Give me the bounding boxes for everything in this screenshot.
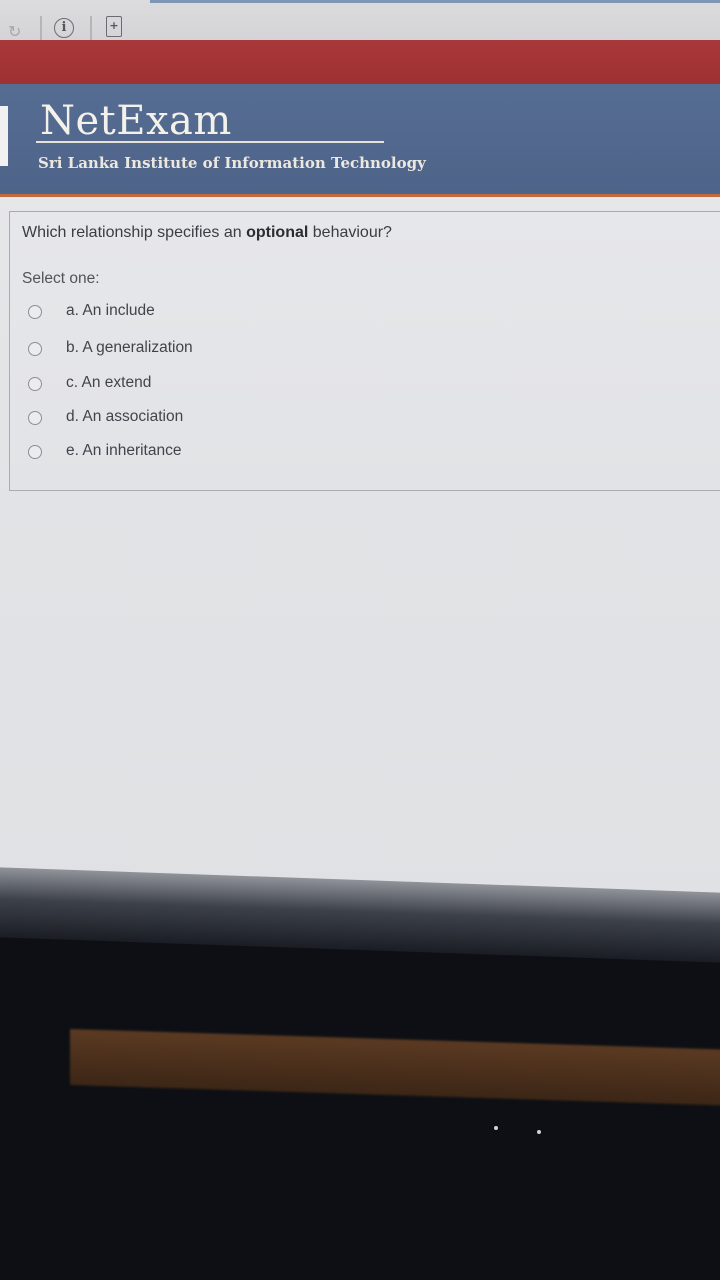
top-banner xyxy=(0,40,720,84)
option-label[interactable]: b. A generalization xyxy=(66,339,193,357)
question-emphasis: optional xyxy=(246,224,309,241)
answer-option-c[interactable]: c. An extend xyxy=(28,372,428,398)
question-text: Which relationship specifies an optional… xyxy=(22,224,392,242)
info-icon[interactable]: i xyxy=(54,18,74,38)
monitor-screen: ↻ i + NetExam Sri Lanka Institute of Inf… xyxy=(0,0,720,920)
option-label[interactable]: d. An association xyxy=(66,408,183,426)
site-header: NetExam Sri Lanka Institute of Informati… xyxy=(0,84,720,197)
toolbar-divider xyxy=(90,16,92,40)
netexam-logo: NetExam xyxy=(40,98,232,144)
question-suffix: behaviour? xyxy=(308,224,392,241)
option-label[interactable]: a. An include xyxy=(66,302,155,320)
radio-button[interactable] xyxy=(28,305,42,319)
loading-bar xyxy=(150,0,720,3)
radio-button[interactable] xyxy=(28,411,42,425)
question-prefix: Which relationship specifies an xyxy=(22,224,247,241)
answer-option-b[interactable]: b. A generalization xyxy=(28,337,428,363)
radio-button[interactable] xyxy=(28,445,42,459)
answer-option-e[interactable]: e. An inheritance xyxy=(28,440,428,466)
page-icon[interactable]: + xyxy=(106,16,122,37)
indicator-light xyxy=(537,1130,541,1134)
indicator-light xyxy=(494,1126,498,1130)
toolbar-divider xyxy=(40,16,42,40)
select-one-label: Select one: xyxy=(22,270,100,287)
radio-button[interactable] xyxy=(28,377,42,391)
option-label[interactable]: c. An extend xyxy=(66,374,151,392)
answer-option-a[interactable]: a. An include xyxy=(28,300,428,326)
answer-option-d[interactable]: d. An association xyxy=(28,406,428,432)
question-card: Which relationship specifies an optional… xyxy=(9,211,720,491)
logo-underline xyxy=(36,141,384,143)
browser-toolbar: ↻ i + xyxy=(0,0,720,41)
desk-surface xyxy=(70,1029,720,1107)
institute-name: Sri Lanka Institute of Information Techn… xyxy=(38,154,426,172)
header-edge xyxy=(0,106,8,166)
reload-icon[interactable]: ↻ xyxy=(8,22,21,41)
radio-button[interactable] xyxy=(28,342,42,356)
option-label[interactable]: e. An inheritance xyxy=(66,442,181,460)
